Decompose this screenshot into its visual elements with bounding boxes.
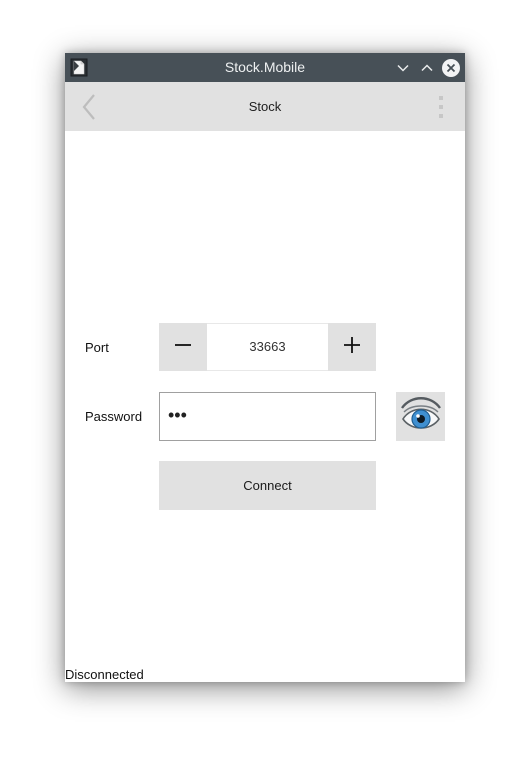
plus-icon [343, 336, 361, 359]
chevron-down-icon[interactable] [392, 57, 413, 78]
password-label: Password [85, 409, 143, 424]
port-decrement-button[interactable] [159, 323, 207, 371]
minus-icon [174, 336, 192, 359]
port-input[interactable]: 33663 [207, 323, 328, 371]
page-title: Stock [248, 99, 282, 114]
window-titlebar[interactable]: Stock.Mobile [65, 53, 465, 82]
close-circle-icon[interactable] [440, 57, 461, 78]
chevron-up-icon[interactable] [416, 57, 437, 78]
connect-button[interactable]: Connect [159, 461, 376, 510]
password-input[interactable]: ••• [159, 392, 376, 441]
app-window: Stock.Mobile Stock Port 33663 Password •… [65, 53, 465, 682]
connection-status: Disconnected [65, 667, 144, 682]
more-vertical-icon[interactable] [433, 94, 449, 120]
port-label: Port [85, 340, 109, 355]
port-increment-button[interactable] [328, 323, 376, 371]
app-bar: Stock [65, 82, 465, 131]
eye-icon [399, 392, 443, 441]
port-stepper: 33663 [159, 323, 376, 371]
show-password-button[interactable] [396, 392, 445, 441]
